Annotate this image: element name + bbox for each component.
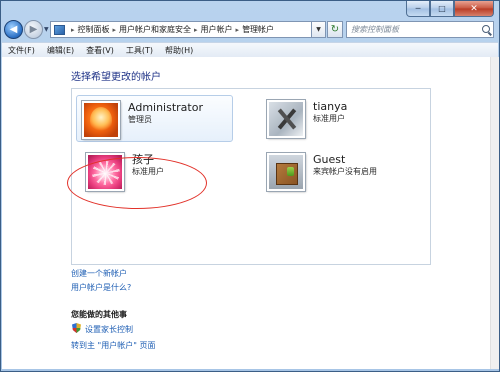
menu-bar: 文件(F) 编辑(E) 查看(V) 工具(T) 帮助(H) <box>2 42 498 57</box>
menu-edit[interactable]: 编辑(E) <box>41 45 80 56</box>
pink-flower-picture <box>86 153 124 191</box>
account-name: tianya <box>313 100 348 113</box>
account-name: Guest <box>313 153 346 166</box>
parental-controls-link[interactable]: 设置家长控制 <box>85 324 133 335</box>
account-info: 孩子 标准用户 <box>132 153 164 177</box>
minimize-button[interactable]: ─ <box>406 1 430 17</box>
breadcrumb-user-accounts-family-safety[interactable]: 用户帐户和家庭安全 <box>119 24 191 35</box>
account-type: 来宾帐户没有启用 <box>313 167 377 176</box>
back-button[interactable]: ◀ <box>4 20 23 39</box>
recent-pages-dropdown[interactable]: ▼ <box>44 26 49 33</box>
content-area: 选择希望更改的帐户 Administrator 管理员 tianya 标准用户 <box>2 57 490 369</box>
maximize-button[interactable]: □ <box>430 1 454 17</box>
account-type: 标准用户 <box>132 167 164 176</box>
breadcrumb-separator[interactable]: ▸ <box>71 26 75 34</box>
control-panel-icon <box>54 24 65 35</box>
menu-tools[interactable]: 工具(T) <box>120 45 159 56</box>
account-type: 管理员 <box>128 115 152 124</box>
breadcrumb-user-accounts[interactable]: 用户帐户 <box>201 24 233 35</box>
account-type: 标准用户 <box>313 114 345 123</box>
vertical-scrollbar[interactable] <box>490 57 499 369</box>
menu-view[interactable]: 查看(V) <box>80 45 120 56</box>
account-name: Administrator <box>128 101 203 114</box>
refresh-button[interactable]: ↻ <box>327 21 343 38</box>
account-child[interactable]: 孩子 标准用户 <box>86 153 164 191</box>
accounts-panel: Administrator 管理员 tianya 标准用户 孩子 标准用户 Gu… <box>71 88 431 265</box>
forward-button[interactable]: ▶ <box>24 20 43 39</box>
caption-buttons: ─ □ ✕ <box>406 1 494 17</box>
control-panel-window: ─ □ ✕ ◀ ▶ ▼ ▸ 控制面板 ▸ 用户帐户和家庭安全 ▸ 用户帐户 ▸ … <box>0 0 500 372</box>
navigation-bar: ◀ ▶ ▼ ▸ 控制面板 ▸ 用户帐户和家庭安全 ▸ 用户帐户 ▸ 管理帐户 ▼… <box>1 18 499 42</box>
shield-icon <box>72 323 81 333</box>
breadcrumb-separator[interactable]: ▸ <box>194 26 198 34</box>
briefcase-picture <box>267 153 305 191</box>
account-info: tianya 标准用户 <box>313 100 347 124</box>
breadcrumb-control-panel[interactable]: 控制面板 <box>78 24 110 35</box>
account-info: Guest 来宾帐户没有启用 <box>313 153 377 177</box>
search-placeholder: 搜索控制面板 <box>351 25 399 34</box>
goto-user-accounts-link[interactable]: 转到主 "用户帐户" 页面 <box>71 340 155 351</box>
account-administrator[interactable]: Administrator 管理员 <box>76 95 233 142</box>
orange-flower-picture <box>82 101 120 139</box>
account-guest[interactable]: Guest 来宾帐户没有启用 <box>267 153 377 191</box>
menu-help[interactable]: 帮助(H) <box>159 45 199 56</box>
close-button[interactable]: ✕ <box>454 1 494 17</box>
menu-file[interactable]: 文件(F) <box>2 45 41 56</box>
tools-picture <box>267 100 305 138</box>
what-is-account-link[interactable]: 用户帐户是什么? <box>71 282 131 293</box>
search-icon[interactable] <box>482 25 490 33</box>
other-tasks-heading: 您能做的其他事 <box>71 310 127 319</box>
account-tianya[interactable]: tianya 标准用户 <box>267 100 347 138</box>
page-title: 选择希望更改的帐户 <box>71 72 161 83</box>
search-input[interactable]: 搜索控制面板 <box>346 21 494 38</box>
create-account-link[interactable]: 创建一个新帐户 <box>71 268 127 279</box>
account-info: Administrator 管理员 <box>128 101 203 125</box>
address-dropdown-button[interactable]: ▼ <box>312 21 326 38</box>
breadcrumb-separator[interactable]: ▸ <box>236 26 240 34</box>
breadcrumb-manage-accounts[interactable]: 管理帐户 <box>242 24 274 35</box>
address-bar[interactable]: ▸ 控制面板 ▸ 用户帐户和家庭安全 ▸ 用户帐户 ▸ 管理帐户 <box>50 21 312 38</box>
account-name: 孩子 <box>132 153 154 166</box>
breadcrumb-separator[interactable]: ▸ <box>113 26 117 34</box>
